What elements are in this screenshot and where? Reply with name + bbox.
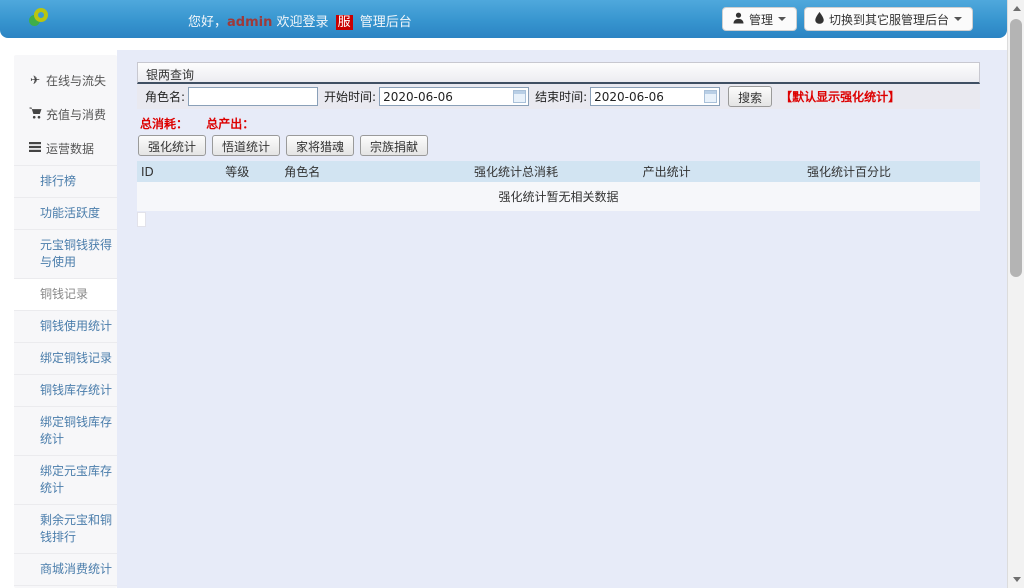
col-id: ID: [137, 161, 221, 182]
table-empty-row: 强化统计暂无相关数据: [137, 182, 980, 211]
scroll-up-button[interactable]: [1008, 0, 1024, 17]
sidebar-item-copper-records[interactable]: 铜钱记录: [14, 278, 117, 310]
sidebar-item-copper-usage-stats[interactable]: 铜钱使用统计: [14, 310, 117, 342]
sidebar-group-recharge[interactable]: 充值与消费: [14, 97, 117, 131]
panel-title: 银两查询: [137, 62, 980, 84]
arrow-down-icon: [1013, 577, 1021, 582]
query-panel: 银两查询 角色名: 开始时间: 结束时间: 搜索 【默认显示强化统计】 总消耗：…: [137, 62, 980, 227]
content-area: ✈ 在线与流失 充值与消费 运营数据 排行榜 功能活跃度 元宝铜钱获得与使用 铜…: [0, 50, 1007, 588]
sidebar-item-mall-consumption-stats[interactable]: 商城消费统计: [14, 553, 117, 585]
welcome-message: 您好，admin 欢迎登录 服 管理后台: [188, 11, 412, 30]
admin-menu-label: 管理: [749, 11, 773, 28]
end-date-input[interactable]: [590, 87, 720, 106]
scrollbar-thumb[interactable]: [1010, 19, 1022, 277]
col-percentage: 强化统计百分比: [803, 161, 980, 182]
server-badge: 服: [336, 15, 353, 30]
col-role-name: 角色名: [280, 161, 470, 182]
role-name-input[interactable]: [188, 87, 318, 106]
sidebar-group-online[interactable]: ✈ 在线与流失: [14, 63, 117, 97]
total-consume-label: 总消耗：: [140, 117, 188, 131]
calendar-icon[interactable]: [704, 90, 717, 103]
app-logo-icon: [29, 8, 51, 28]
greeting-mid: 欢迎登录: [272, 15, 332, 30]
person-icon: [733, 12, 744, 27]
col-total-consume: 强化统计总消耗: [470, 161, 639, 182]
col-produce-stats: 产出统计: [639, 161, 803, 182]
start-date-wrap: [379, 87, 529, 106]
calendar-icon[interactable]: [513, 90, 526, 103]
plane-icon: ✈: [28, 73, 42, 87]
drop-icon: [815, 12, 824, 27]
tab-enhance-stats[interactable]: 强化统计: [138, 135, 206, 156]
chevron-down-icon: [778, 17, 786, 21]
sidebar-item-ranking[interactable]: 排行榜: [14, 165, 117, 197]
sidebar-item-remaining-ranking[interactable]: 剩余元宝和铜钱排行: [14, 504, 117, 553]
sidebar-group-label: 在线与流失: [46, 72, 106, 89]
username-text: admin: [227, 15, 272, 30]
sidebar-item-bound-yuanbao-stock-stats[interactable]: 绑定元宝库存统计: [14, 455, 117, 504]
logo-yellow-ring: [34, 8, 48, 22]
stat-tabs: 强化统计 悟道统计 家将猎魂 宗族捐献: [138, 135, 980, 156]
tab-clan-donation[interactable]: 宗族捐献: [360, 135, 428, 156]
totals-row: 总消耗： 总产出：: [140, 115, 980, 132]
start-date-input[interactable]: [379, 87, 529, 106]
switch-server-button[interactable]: 切换到其它服管理后台: [804, 7, 973, 31]
sidebar-item-bound-copper-records[interactable]: 绑定铜钱记录: [14, 342, 117, 374]
end-time-label: 结束时间:: [535, 88, 587, 105]
search-button[interactable]: 搜索: [728, 86, 772, 107]
list-icon: [28, 141, 42, 155]
sidebar-item-copper-stock-stats[interactable]: 铜钱库存统计: [14, 374, 117, 406]
default-display-hint: 【默认显示强化统计】: [780, 88, 900, 105]
total-produce-label: 总产出：: [206, 117, 254, 131]
cart-icon: [28, 107, 42, 122]
greeting-prefix: 您好，: [188, 15, 227, 30]
end-date-wrap: [590, 87, 720, 106]
table-header-row: ID 等级 角色名 强化统计总消耗 产出统计 强化统计百分比: [137, 161, 980, 182]
sidebar-item-bound-copper-stock-stats[interactable]: 绑定铜钱库存统计: [14, 406, 117, 455]
query-form: 角色名: 开始时间: 结束时间: 搜索 【默认显示强化统计】: [137, 84, 980, 109]
empty-message: 强化统计暂无相关数据: [137, 182, 980, 211]
arrow-up-icon: [1013, 6, 1021, 11]
sidebar-group-label: 充值与消费: [46, 106, 106, 123]
role-name-label: 角色名:: [145, 88, 185, 105]
tab-wudao-stats[interactable]: 悟道统计: [212, 135, 280, 156]
stats-table: ID 等级 角色名 强化统计总消耗 产出统计 强化统计百分比 强化统计暂无相关数…: [137, 161, 980, 211]
sidebar-item-yuanbao-copper-gain-use[interactable]: 元宝铜钱获得与使用: [14, 229, 117, 278]
col-level: 等级: [221, 161, 280, 182]
pager-stub: [137, 212, 146, 227]
start-time-label: 开始时间:: [324, 88, 376, 105]
sidebar-group-operations[interactable]: 运营数据: [14, 131, 117, 165]
sidebar-group-label: 运营数据: [46, 140, 94, 157]
scroll-down-button[interactable]: [1008, 571, 1024, 588]
greeting-suffix: 管理后台: [356, 15, 412, 30]
switch-server-label: 切换到其它服管理后台: [829, 11, 949, 28]
header-buttons: 管理 切换到其它服管理后台: [722, 7, 973, 31]
top-header-bar: 您好，admin 欢迎登录 服 管理后台 管理 切换到其它服管理后台: [0, 0, 1007, 38]
sidebar-item-feature-activity[interactable]: 功能活跃度: [14, 197, 117, 229]
sidebar-nav: ✈ 在线与流失 充值与消费 运营数据 排行榜 功能活跃度 元宝铜钱获得与使用 铜…: [14, 55, 117, 588]
page-scrollbar[interactable]: [1007, 0, 1024, 588]
tab-general-souls[interactable]: 家将猎魂: [286, 135, 354, 156]
chevron-down-icon: [954, 17, 962, 21]
admin-menu-button[interactable]: 管理: [722, 7, 797, 31]
